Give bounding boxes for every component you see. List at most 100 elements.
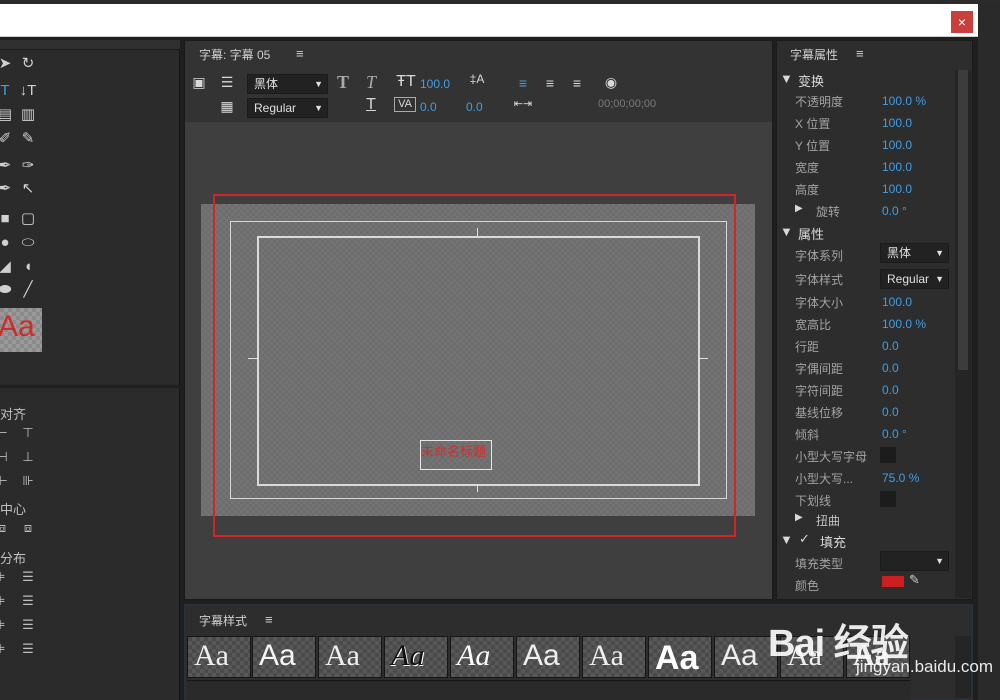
properties-section[interactable]: 属性	[798, 224, 824, 243]
baseline-value[interactable]: 0.0	[882, 405, 899, 419]
italic-icon[interactable]: T	[361, 72, 381, 93]
pen-tool-icon[interactable]: ✒	[0, 156, 16, 176]
bold-icon[interactable]: T	[333, 72, 353, 93]
font-family-dropdown[interactable]: 黑体 ▼	[247, 74, 328, 94]
style-swatch[interactable]: Aa	[252, 636, 316, 678]
distribute-bottom-icon[interactable]: ☰	[20, 617, 36, 633]
font-size-prop-value[interactable]: 100.0	[882, 295, 912, 309]
rotation-expand-icon[interactable]: ▶	[795, 203, 803, 214]
delete-anchor-tool-icon[interactable]: ✒	[0, 179, 16, 199]
font-style-dropdown[interactable]: Regular ▼	[247, 98, 328, 118]
rectangle-tool-icon[interactable]: ■	[0, 209, 16, 229]
fill-type-dropdown[interactable]: ▼	[880, 551, 949, 571]
area-type-tool-icon[interactable]: ▤	[0, 105, 16, 125]
tab-stops-icon[interactable]: ▦	[216, 98, 238, 115]
rounded-rectangle-tool-icon[interactable]: ▢	[17, 209, 39, 229]
transform-expand-icon[interactable]: ▼	[780, 71, 793, 86]
distribute-horizontal-icon[interactable]: ⊧	[0, 641, 10, 657]
properties-header[interactable]: 字幕属性	[790, 46, 838, 63]
small-caps-size-value[interactable]: 75.0 %	[882, 471, 919, 485]
rotation-tool-icon[interactable]: ↻	[17, 54, 39, 74]
x-position-value[interactable]: 100.0	[882, 116, 912, 130]
tracking-value[interactable]: 0.0	[466, 100, 483, 114]
style-swatch[interactable]: Aa	[187, 636, 251, 678]
distort-expand-icon[interactable]: ▶	[795, 512, 803, 523]
tab-ruler-icon[interactable]: ⇤⇥	[512, 97, 534, 110]
font-family-prop-dropdown[interactable]: 黑体 ▼	[880, 243, 949, 263]
width-value[interactable]: 100.0	[882, 160, 912, 174]
distribute-right-icon[interactable]: ⊧	[0, 617, 10, 633]
show-background-video-icon[interactable]: ◉	[600, 74, 622, 91]
style-swatch[interactable]: Aa	[516, 636, 580, 678]
aspect-value[interactable]: 100.0 %	[882, 317, 926, 331]
styles-menu-icon[interactable]: ≡	[265, 612, 273, 627]
center-vertical-icon[interactable]: ⧈	[20, 520, 36, 536]
style-swatch-row-2[interactable]	[187, 680, 911, 700]
style-swatch[interactable]: Aa	[384, 636, 448, 678]
font-style-prop-dropdown[interactable]: Regular ▼	[880, 269, 949, 289]
ellipse-tool-icon[interactable]: ⬬	[0, 280, 16, 300]
line-tool-icon[interactable]: ╱	[17, 280, 39, 300]
title-tab-label[interactable]: 字幕: 字幕 05	[199, 46, 270, 63]
convert-anchor-tool-icon[interactable]: ↖	[17, 179, 39, 199]
properties-scrollbar-thumb[interactable]	[958, 70, 968, 370]
leading-icon[interactable]: ‡A	[466, 72, 488, 86]
add-anchor-tool-icon[interactable]: ✑	[17, 156, 39, 176]
distribute-top-icon[interactable]: ☰	[20, 569, 36, 585]
opacity-value[interactable]: 100.0 %	[882, 94, 926, 108]
align-center-text-icon[interactable]: ≡	[541, 75, 559, 91]
align-right-icon[interactable]: ⊩	[0, 473, 10, 489]
distribute-left-icon[interactable]: ⊧	[0, 569, 10, 585]
distribute-vertical-icon[interactable]: ☰	[20, 641, 36, 657]
fill-checkbox[interactable]: ✓	[799, 531, 810, 547]
vertical-area-type-tool-icon[interactable]: ▥	[17, 105, 39, 125]
kerning-prop-value[interactable]: 0.0	[882, 361, 899, 375]
fill-color-swatch[interactable]	[882, 576, 904, 587]
underline-icon[interactable]: T	[361, 96, 381, 114]
rounded-corner-tool-icon[interactable]: ⬭	[17, 233, 39, 253]
style-swatch[interactable]: Aa	[648, 636, 712, 678]
style-swatch[interactable]: Aa	[450, 636, 514, 678]
rotation-value[interactable]: 0.0 °	[882, 204, 907, 218]
close-button[interactable]: ×	[951, 11, 973, 33]
distribute-center-v-icon[interactable]: ☰	[20, 593, 36, 609]
leading-value[interactable]: 0.0	[882, 339, 899, 353]
type-tool-icon[interactable]: T	[0, 81, 16, 101]
fill-section[interactable]: 填充	[820, 532, 846, 551]
vertical-type-tool-icon[interactable]: ↓T	[17, 81, 39, 101]
wedge-tool-icon[interactable]: ◢	[0, 257, 16, 277]
height-value[interactable]: 100.0	[882, 182, 912, 196]
new-title-icon[interactable]: ▣	[189, 74, 209, 91]
style-swatch[interactable]: Aa	[318, 636, 382, 678]
properties-expand-icon[interactable]: ▼	[780, 224, 793, 239]
panel-menu-icon[interactable]: ≡	[296, 46, 304, 61]
selection-tool-icon[interactable]: ➤	[0, 54, 16, 74]
fill-expand-icon[interactable]: ▼	[780, 532, 793, 547]
align-right-text-icon[interactable]: ≡	[568, 75, 586, 91]
title-styles-header[interactable]: 字幕样式	[199, 612, 247, 629]
y-position-value[interactable]: 100.0	[882, 138, 912, 152]
align-left-icon[interactable]: ⊢	[0, 425, 10, 441]
align-top-icon[interactable]: ⊤	[20, 425, 36, 441]
distort-section[interactable]: 扭曲	[816, 512, 840, 529]
eyedropper-icon[interactable]: ✎	[909, 572, 920, 588]
kerning-value[interactable]: 0.0	[420, 100, 437, 114]
properties-menu-icon[interactable]: ≡	[856, 46, 864, 61]
align-bottom-icon[interactable]: ⊪	[20, 473, 36, 489]
align-center-h-icon[interactable]: ⊣	[0, 449, 10, 465]
transform-section[interactable]: 变换	[798, 71, 824, 90]
roll-crawl-icon[interactable]: ☰	[216, 74, 238, 91]
style-swatch[interactable]: Aa	[582, 636, 646, 678]
underline-checkbox[interactable]	[880, 491, 896, 507]
arc-tool-icon[interactable]: ◖	[17, 257, 39, 277]
vertical-path-type-tool-icon[interactable]: ✎	[17, 129, 39, 149]
tracking-prop-value[interactable]: 0.0	[882, 383, 899, 397]
align-center-v-icon[interactable]: ⊥	[20, 449, 36, 465]
clipped-rectangle-tool-icon[interactable]: ●	[0, 233, 16, 253]
small-caps-checkbox[interactable]	[880, 447, 896, 463]
font-size-value[interactable]: 100.0	[420, 77, 450, 91]
center-horizontal-icon[interactable]: ⧈	[0, 520, 10, 536]
slant-value[interactable]: 0.0 °	[882, 427, 907, 441]
distribute-center-h-icon[interactable]: ⊧	[0, 593, 10, 609]
align-left-text-icon[interactable]: ≡	[514, 75, 532, 91]
